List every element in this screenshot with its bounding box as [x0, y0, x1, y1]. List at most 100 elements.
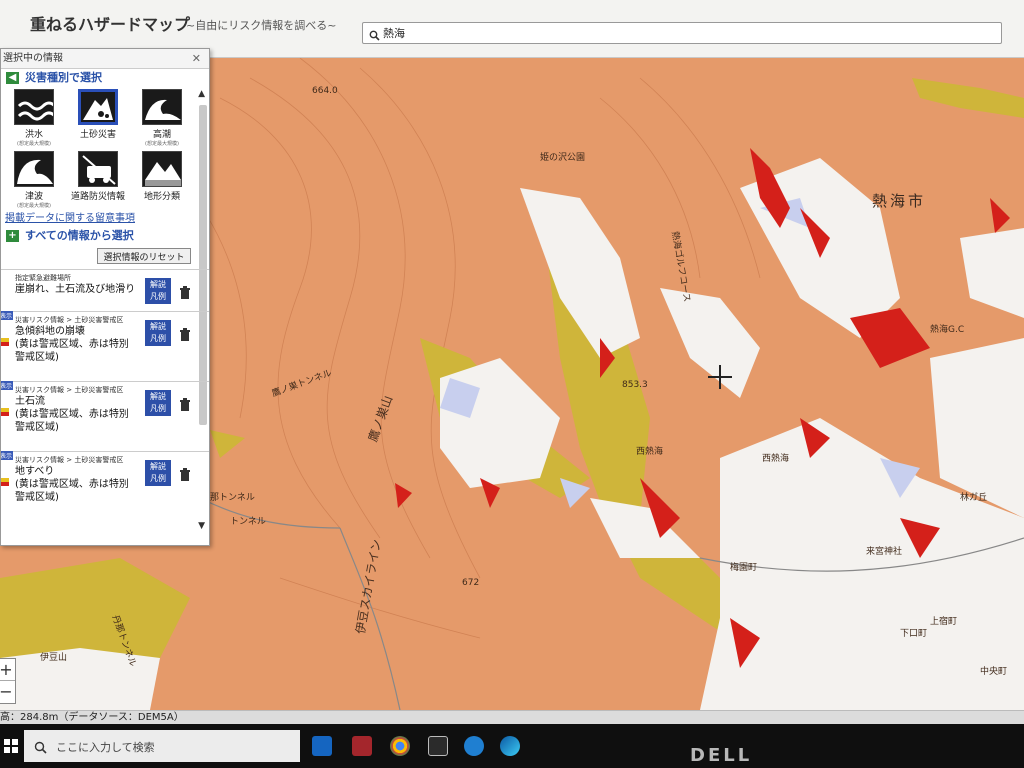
trash-icon[interactable]: [179, 396, 191, 411]
layer-item: 表示 災害リスク情報 > 土砂災害警戒区 急傾斜地の崩壊 (黄は警戒区域、赤は特…: [1, 311, 209, 381]
label-kaguchi: 下口町: [900, 629, 928, 639]
zoom-in-button[interactable]: +: [0, 659, 15, 681]
chrome-icon[interactable]: [390, 736, 410, 756]
legend-button[interactable]: 解説 凡例: [145, 460, 171, 486]
legend-button-line1: 解説: [150, 392, 166, 401]
label-elev-1: 853.3: [622, 380, 648, 390]
panel-header: 選択中の情報 ✕: [1, 49, 209, 69]
zoom-out-button[interactable]: −: [0, 681, 15, 703]
road-info-icon: [78, 151, 118, 187]
layer-desc-2: 警戒区域): [15, 422, 59, 433]
trash-icon[interactable]: [179, 326, 191, 341]
layer-category: 災害リスク情報 > 土砂災害警戒区: [15, 316, 124, 324]
windows-start-icon[interactable]: [4, 738, 18, 753]
visible-tag: 表示: [0, 311, 14, 320]
label-nishi-atami-station: 西熱海: [762, 454, 790, 464]
plus-icon: +: [6, 230, 19, 242]
legend-button[interactable]: 解説 凡例: [145, 390, 171, 416]
storm-surge-icon: [142, 89, 182, 125]
hazard-tsunami-sub: (想定最大規模): [17, 203, 51, 209]
hazard-terrain[interactable]: 地形分類: [133, 151, 191, 211]
layer-item: 表示 災害リスク情報 > 土砂災害警戒区 地すべり (黄は警戒区域、赤は特別 警…: [1, 451, 209, 521]
legend-button[interactable]: 解説 凡例: [145, 278, 171, 304]
hazard-storm-surge-label: 高潮: [152, 130, 171, 140]
access-icon[interactable]: [352, 736, 372, 756]
trash-icon[interactable]: [179, 466, 191, 481]
panel-title: 選択中の情報: [3, 53, 63, 64]
legend-button-line1: 解説: [150, 462, 166, 471]
hazard-tsunami[interactable]: 津波 (想定最大規模): [5, 151, 63, 211]
hazard-storm-surge[interactable]: 高潮 (想定最大規模): [133, 89, 191, 149]
hazard-terrain-label: 地形分類: [143, 192, 180, 202]
hazard-flood[interactable]: 洪水 (想定最大規模): [5, 89, 63, 149]
hazard-storm-surge-sub: (想定最大規模): [145, 141, 179, 147]
outlook-icon[interactable]: [312, 736, 332, 756]
legend-swatch: [1, 408, 9, 416]
select-by-hazard-label: 災害種別で選択: [25, 71, 102, 84]
scroll-down-icon[interactable]: ▼: [198, 521, 205, 531]
data-notes-link[interactable]: 掲載データに関する留意事項: [1, 211, 209, 227]
select-all-info-link[interactable]: + すべての情報から選択: [1, 227, 209, 245]
label-hayashigaoka: 林ガ丘: [960, 493, 988, 503]
label-elev-3: 672: [462, 578, 480, 588]
label-atami-city: 熱海市: [872, 192, 927, 210]
elevation-readout: 高：284.8m（データソース：DEM5A）: [0, 710, 1024, 724]
edge-icon[interactable]: [500, 736, 520, 756]
hazard-tsunami-label: 津波: [24, 192, 43, 202]
taskbar-search[interactable]: ここに入力して検索: [24, 730, 300, 762]
tsunami-icon: [14, 151, 54, 187]
reset-selection-button[interactable]: 選択情報のリセット: [97, 248, 191, 264]
reset-row: 選択情報のリセット: [1, 245, 209, 269]
selected-info-panel: 選択中の情報 ✕ ◀ 災害種別で選択 ▲ ▼ 洪水 (想定最大規模) 土砂災害: [0, 48, 210, 546]
close-icon[interactable]: ✕: [192, 49, 201, 69]
legend-button-line2: 凡例: [150, 404, 166, 413]
visible-tag: 表示: [0, 381, 14, 390]
label-izusan: 伊豆山: [40, 653, 68, 663]
app-title: 重ねるハザードマップ: [30, 15, 191, 34]
search-input[interactable]: [383, 25, 983, 41]
hazard-landslide-label: 土砂災害: [79, 130, 116, 140]
select-all-info-label: すべての情報から選択: [25, 229, 134, 242]
zoom-control: + −: [0, 658, 16, 704]
terrain-icon: [142, 151, 182, 187]
screen: 重ねるハザードマップ ~自由にリスク情報を調べる~ 熱海 熱海市 鷹ノ巣山 西熱…: [0, 0, 1024, 768]
layer-category: 災害リスク情報 > 土砂災害警戒区: [15, 386, 124, 394]
search-icon: [369, 26, 380, 45]
label-elev-2: 664.0: [312, 86, 338, 96]
label-umezono: 梅園町: [730, 563, 758, 573]
legend-button-line2: 凡例: [150, 334, 166, 343]
legend-swatch: [1, 478, 9, 486]
back-arrow-icon: ◀: [6, 72, 19, 84]
label-temple: 来宮神社: [866, 547, 903, 557]
select-by-hazard-link[interactable]: ◀ 災害種別で選択: [1, 69, 209, 87]
legend-button-line2: 凡例: [150, 474, 166, 483]
app-subtitle: ~自由にリスク情報を調べる~: [186, 19, 337, 32]
label-nishi-atami: 西熱海: [636, 447, 664, 457]
label-tunnel-2: 那トンネル: [210, 493, 255, 503]
legend-button[interactable]: 解説 凡例: [145, 320, 171, 346]
internet-explorer-icon[interactable]: [464, 736, 484, 756]
map-crosshair: [708, 365, 732, 389]
layer-category: 災害リスク情報 > 土砂災害警戒区: [15, 456, 124, 464]
label-tunnel: トンネル: [230, 517, 266, 527]
visible-tag: 表示: [0, 451, 14, 460]
legend-swatch: [1, 338, 9, 346]
search-icon: [34, 739, 47, 758]
layer-category: 指定緊急避難場所: [15, 274, 71, 282]
hazard-type-grid: 洪水 (想定最大規模) 土砂災害 高潮 (想定最大規模) 津波 (想定最大規模)…: [1, 87, 209, 211]
label-himenosawa: 姫の沢公園: [540, 153, 586, 163]
windows-taskbar: ここに入力して検索: [0, 724, 1024, 768]
search-box[interactable]: [362, 22, 1002, 44]
hazard-road-info[interactable]: 道路防災情報: [69, 151, 127, 211]
label-kamisaka: 上宿町: [930, 617, 958, 627]
legend-button-line1: 解説: [150, 280, 166, 289]
hazard-landslide[interactable]: 土砂災害: [69, 89, 127, 149]
legend-button-line2: 凡例: [150, 292, 166, 301]
desktop-icon[interactable]: [428, 736, 448, 756]
trash-icon[interactable]: [179, 284, 191, 299]
dell-logo: DELL: [690, 745, 753, 766]
hazard-flood-sub: (想定最大規模): [17, 141, 51, 147]
layer-desc-2: 警戒区域): [15, 492, 59, 503]
label-atami-gc: 熱海G.C: [930, 325, 965, 335]
layer-item: 表示 災害リスク情報 > 土砂災害警戒区 土石流 (黄は警戒区域、赤は特別 警戒…: [1, 381, 209, 451]
